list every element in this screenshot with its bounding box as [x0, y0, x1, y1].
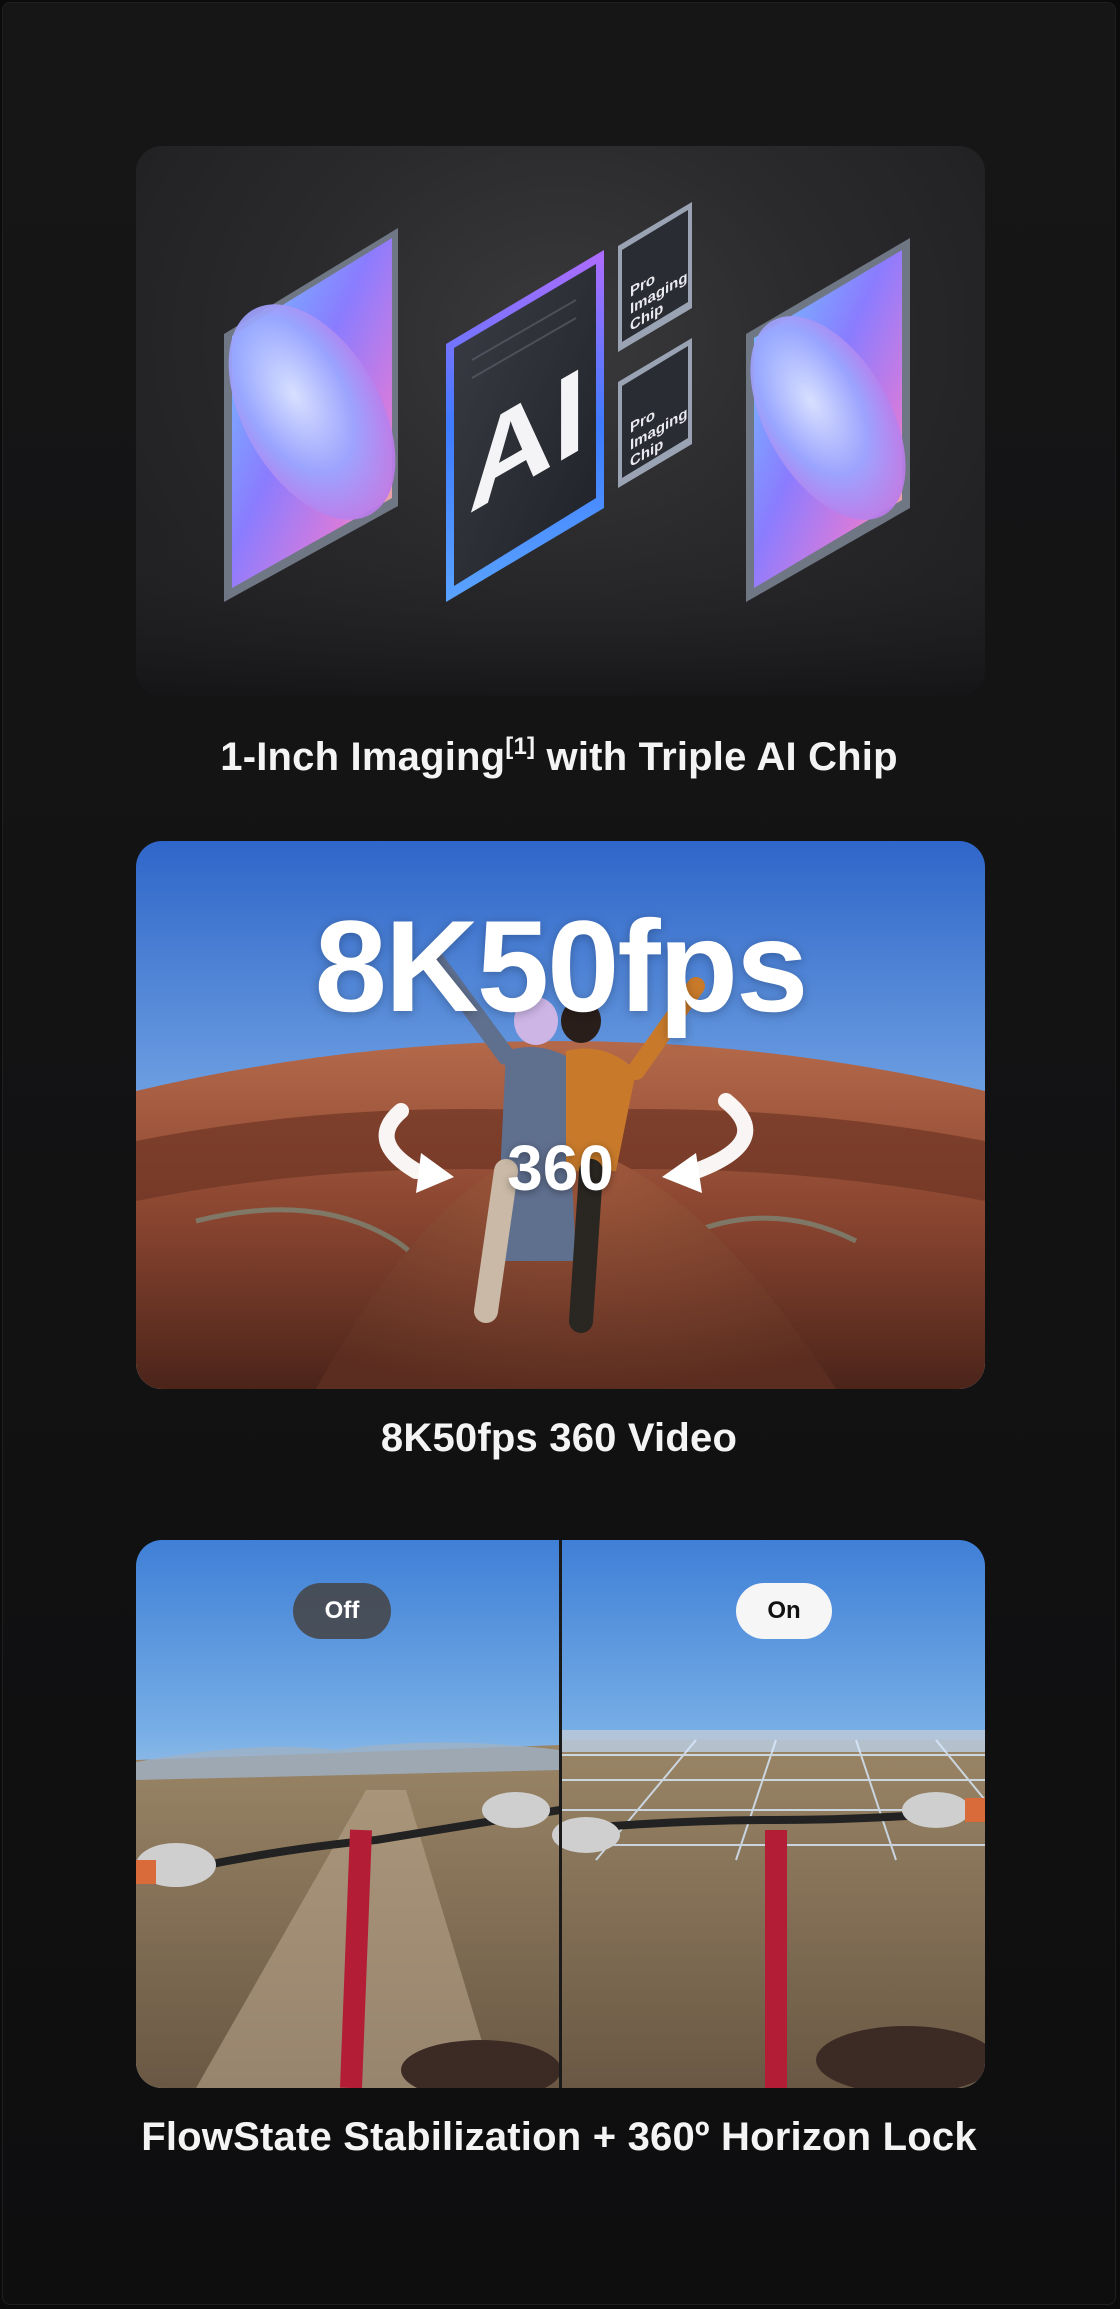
- imaging-caption-main: 1-Inch Imaging: [220, 735, 506, 779]
- footnote-ref[interactable]: [1]: [505, 733, 535, 760]
- imaging-caption-rest: with Triple AI Chip: [535, 735, 898, 779]
- stabilization-comparison-card: Off On: [136, 1540, 985, 2088]
- video-caption: 8K50fps 360 Video: [380, 1416, 738, 1460]
- resolution-headline: 8K50fps: [314, 893, 809, 1039]
- feature-page: AI Pro Imaging Chip Pro Imaging Chip 1-I…: [2, 2, 1116, 2305]
- imaging-chip-card: AI Pro Imaging Chip Pro Imaging Chip: [136, 146, 985, 696]
- stabilization-off-badge: Off: [293, 1583, 391, 1639]
- comparison-divider[interactable]: [559, 1540, 562, 2088]
- imaging-chip-illustration: AI: [136, 202, 985, 696]
- imaging-caption: 1-Inch Imaging[1] with Triple AI Chip: [3, 733, 1115, 780]
- stabilization-on-badge: On: [736, 1583, 832, 1639]
- video-360-card: 8K50fps 360: [136, 841, 985, 1389]
- degree-360-label: 360: [507, 1132, 614, 1204]
- stabilization-caption: FlowState Stabilization + 360º Horizon L…: [141, 2115, 977, 2159]
